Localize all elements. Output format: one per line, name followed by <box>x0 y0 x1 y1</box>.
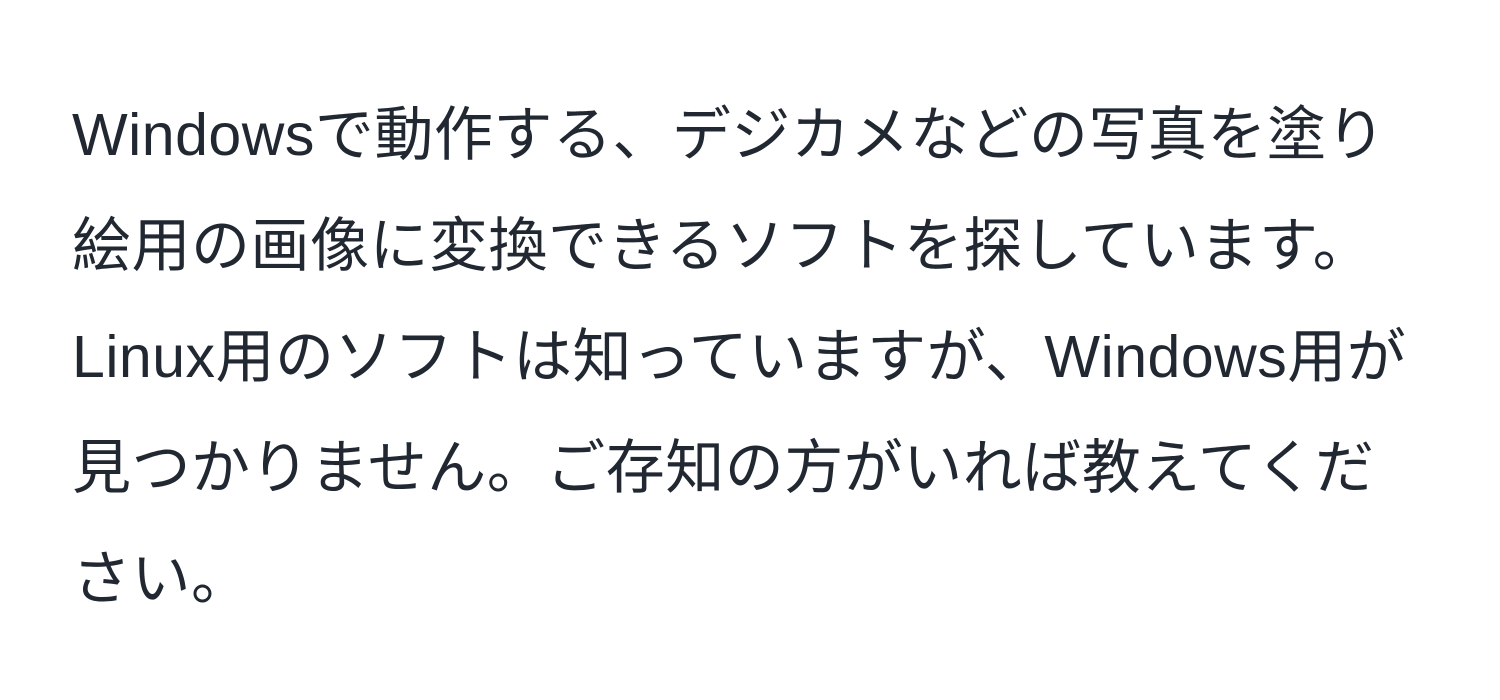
document-container: Windowsで動作する、デジカメなどの写真を塗り絵用の画像に変換できるソフトを… <box>0 0 1500 700</box>
body-paragraph: Windowsで動作する、デジカメなどの写真を塗り絵用の画像に変換できるソフトを… <box>72 80 1428 635</box>
